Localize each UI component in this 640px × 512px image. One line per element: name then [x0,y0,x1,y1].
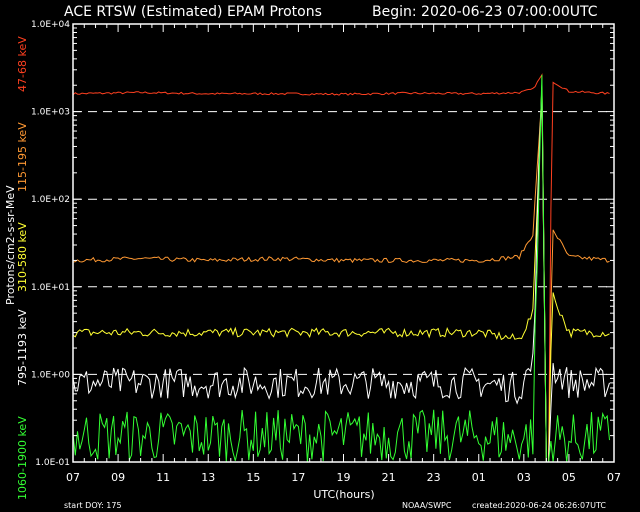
chart-begin-time: Begin: 2020-06-23 07:00:00UTC [372,4,598,20]
y-tick-label: 1.0E+00 [31,370,70,380]
y-tick-label: 1.0E+02 [31,195,70,205]
x-tick-label: 03 [517,471,531,484]
legend-entry: 47-68 keV [16,36,29,92]
x-tick-label: 01 [472,471,486,484]
legend-entry: 115-195 keV [16,122,29,192]
x-tick-label: 19 [337,471,351,484]
legend-entry: 795-1193 keV [16,309,29,386]
chart-title: ACE RTSW (Estimated) EPAM Protons [64,4,322,20]
x-tick-label: 23 [427,471,441,484]
legend-entry: 310-580 keV [16,222,29,292]
legend-label: 115-195 keV [16,122,29,192]
y-tick-label: 1.0E+03 [31,108,70,118]
x-tick-label: 05 [562,471,576,484]
x-tick-label: 13 [201,471,215,484]
legend-entry: 1060-1900 keV [16,416,29,500]
x-tick-label: 09 [111,471,125,484]
y-tick-label: 1.0E-01 [35,458,70,468]
y-tick-label: 1.0E+04 [31,20,70,30]
created-timestamp: created:2020-06-24 06:26:07UTC [472,501,606,510]
x-tick-label: 15 [246,471,260,484]
epam-chart: 1.0E-01 1.0E+00 1.0E+01 1.0E+02 1.0E+03 1.0E+… [0,0,640,512]
legend-label: 47-68 keV [16,36,29,92]
start-doy: start DOY: 175 [64,501,122,510]
legend-label: 310-580 keV [16,222,29,292]
legend-label: 795-1193 keV [16,309,29,386]
credit: NOAA/SWPC [402,501,452,510]
x-tick-label: 07 [66,471,80,484]
x-tick-label: 07 [607,471,621,484]
y-tick-label: 1.0E+01 [31,283,70,293]
x-tick-label: 11 [156,471,170,484]
x-tick-label: 17 [291,471,305,484]
legend-label: 1060-1900 keV [16,416,29,500]
x-tick-label: 21 [382,471,396,484]
x-axis-label: UTC(hours) [313,488,374,501]
